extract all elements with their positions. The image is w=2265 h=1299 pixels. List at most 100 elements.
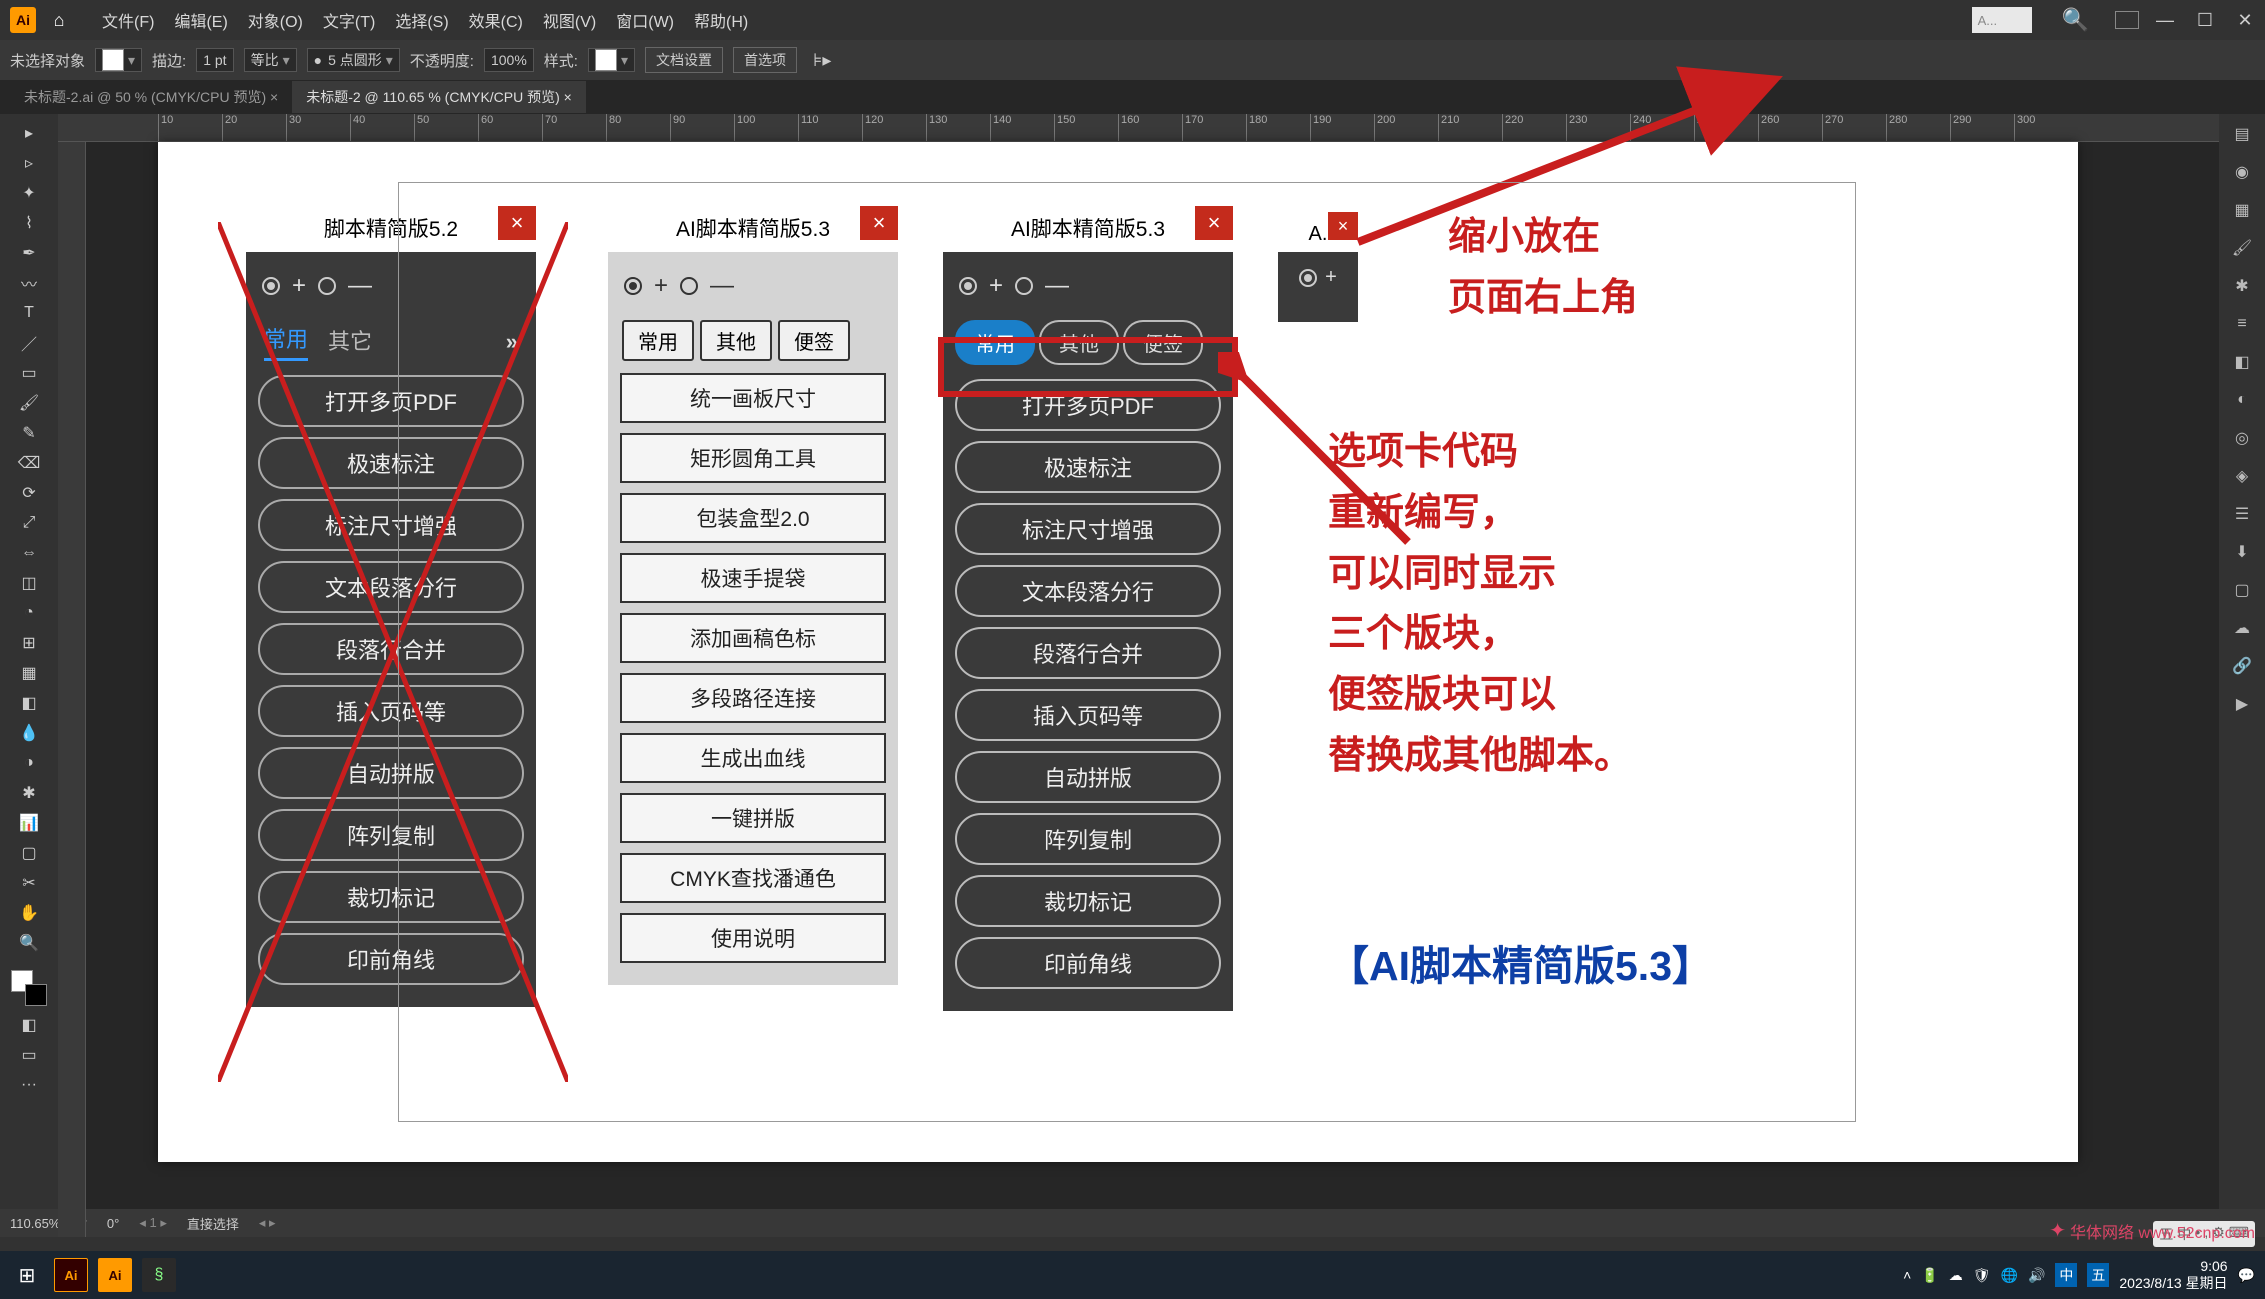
home-icon[interactable]: ⌂ [46,7,72,33]
tab-other[interactable]: 其它 [328,324,372,360]
hand-tool-icon[interactable]: ✋ [18,902,40,924]
paintbrush-tool-icon[interactable]: 🖌 [18,392,40,414]
transparency-panel-icon[interactable]: ◐ [2230,388,2254,412]
prefs-button[interactable]: 首选项 [733,47,797,73]
close-button[interactable]: ✕ [2225,10,2265,31]
type-tool-icon[interactable]: T [18,302,40,324]
doc-tab-1[interactable]: 未标题-2.ai @ 50 % (CMYK/CPU 预览) × [10,81,292,113]
tab-common[interactable]: 常用 [264,322,308,361]
zoom-level[interactable]: 110.65% [10,1216,60,1231]
properties-panel-icon[interactable]: ▤ [2230,122,2254,146]
fill-swatch[interactable]: ▾ [95,48,142,72]
app-logo: Ai [10,7,36,33]
selection-tool-icon[interactable]: ▸ [18,122,40,144]
tray-network-icon[interactable]: 🌐 [2001,1267,2018,1284]
taskbar-ai-icon[interactable]: Ai [54,1258,88,1292]
blend-tool-icon[interactable]: ◑ [18,752,40,774]
stroke-weight-input[interactable]: 1 pt [196,48,233,72]
edit-toolbar-icon[interactable]: ··· [18,1074,40,1096]
docsetup-button[interactable]: 文档设置 [645,47,723,73]
artboard-tool-icon[interactable]: ▢ [18,842,40,864]
direct-selection-tool-icon[interactable]: ▹ [18,152,40,174]
taskbar-ai-active-icon[interactable]: Ai [98,1258,132,1292]
color-mode-icon[interactable]: ◧ [18,1014,40,1036]
screen-mode-icon[interactable]: ▭ [18,1044,40,1066]
mesh-tool-icon[interactable]: ▦ [18,662,40,684]
tray-ime-wu-icon[interactable]: 五 [2087,1263,2109,1287]
menu-edit[interactable]: 编辑(E) [164,8,237,32]
line-tool-icon[interactable]: ／ [18,332,40,354]
menu-object[interactable]: 对象(O) [238,8,313,32]
opacity-input[interactable]: 100% [484,48,534,72]
minimize-button[interactable]: — [2145,10,2185,31]
rectangle-tool-icon[interactable]: ▭ [18,362,40,384]
rotate-tool-icon[interactable]: ⟳ [18,482,40,504]
lasso-tool-icon[interactable]: ⌇ [18,212,40,234]
menu-window[interactable]: 窗口(W) [606,8,684,32]
radio-off-icon[interactable] [318,277,336,295]
scale-tool-icon[interactable]: ⤢ [18,512,40,534]
eyedropper-tool-icon[interactable]: 💧 [18,722,40,744]
swatches-panel-icon[interactable]: ▦ [2230,198,2254,222]
menu-select[interactable]: 选择(S) [385,8,458,32]
brushes-panel-icon[interactable]: 🖌 [2230,236,2254,260]
graphic-styles-panel-icon[interactable]: ◈ [2230,464,2254,488]
tray-volume-icon[interactable]: 🔊 [2028,1267,2045,1284]
uniform-dropdown[interactable]: 等比▾ [244,48,297,72]
slice-tool-icon[interactable]: ✂ [18,872,40,894]
eraser-tool-icon[interactable]: ⌫ [18,452,40,474]
maximize-button[interactable]: ☐ [2185,10,2225,31]
tray-ime-zh-icon[interactable]: 中 [2055,1263,2077,1287]
menu-view[interactable]: 视图(V) [533,8,606,32]
tray-shield-icon[interactable]: 🛡 [1973,1267,1991,1284]
minus-icon: — [348,272,372,300]
style-swatch[interactable]: ▾ [588,48,635,72]
layers-panel-icon[interactable]: ☰ [2230,502,2254,526]
tray-up-icon[interactable]: ˄ [1903,1267,1911,1283]
tray-cloud-icon[interactable]: ☁ [1949,1267,1963,1284]
doc-tab-2[interactable]: 未标题-2 @ 110.65 % (CMYK/CPU 预览) × [292,81,586,113]
width-tool-icon[interactable]: ⇔ [18,542,40,564]
curvature-tool-icon[interactable]: 〰 [18,272,40,294]
watermark: ✦ 华体网络 www.52cnp.com [2049,1218,2255,1243]
gradient-panel-icon[interactable]: ◧ [2230,350,2254,374]
stroke-panel-icon[interactable]: ≡ [2230,312,2254,336]
gradient-tool-icon[interactable]: ◧ [18,692,40,714]
pen-tool-icon[interactable]: ✒ [18,242,40,264]
graph-tool-icon[interactable]: 📊 [18,812,40,834]
fill-stroke-swatches[interactable] [11,970,47,1006]
taskbar-clock[interactable]: 9:06 2023/8/13 星期日 [2119,1258,2227,1292]
taskbar-app-icon[interactable]: § [142,1258,176,1292]
menu-help[interactable]: 帮助(H) [684,8,758,32]
shaper-tool-icon[interactable]: ✎ [18,422,40,444]
search-icon[interactable]: 🔍 [2062,7,2089,33]
symbols-panel-icon[interactable]: ✱ [2230,274,2254,298]
radio-on-icon[interactable] [262,277,280,295]
libraries-panel-icon[interactable]: ☁ [2230,616,2254,640]
menu-type[interactable]: 文字(T) [313,8,385,32]
tray-battery-icon[interactable]: 🔋 [1921,1267,1938,1284]
zoom-tool-icon[interactable]: 🔍 [18,932,40,954]
artboards-panel-icon[interactable]: ▢ [2230,578,2254,602]
color-panel-icon[interactable]: ◉ [2230,160,2254,184]
arrange-docs-icon[interactable] [2115,11,2139,29]
top-search-field[interactable]: A... [1972,7,2032,33]
menu-effect[interactable]: 效果(C) [459,8,533,32]
canvas[interactable]: 1020304050607080901001101201301401501601… [58,114,2219,1209]
symbol-sprayer-icon[interactable]: ✱ [18,782,40,804]
menu-file[interactable]: 文件(F) [92,8,164,32]
free-transform-icon[interactable]: ◫ [18,572,40,594]
magic-wand-icon[interactable]: ✦ [18,182,40,204]
links-panel-icon[interactable]: 🔗 [2230,654,2254,678]
perspective-grid-icon[interactable]: ⊞ [18,632,40,654]
shape-builder-icon[interactable]: ◔ [18,602,40,624]
align-icon[interactable]: ⊧▸ [813,50,831,71]
plus-icon: + [292,272,306,300]
brush-dropdown[interactable]: ●5 点圆形▾ [307,48,400,72]
asset-export-panel-icon[interactable]: ⬇ [2230,540,2254,564]
actions-panel-icon[interactable]: ▶ [2230,692,2254,716]
notification-icon[interactable]: 💬 [2238,1267,2255,1284]
appearance-panel-icon[interactable]: ◎ [2230,426,2254,450]
rotate-angle[interactable]: 0° [107,1216,119,1231]
start-button[interactable]: ⊞ [10,1258,44,1292]
